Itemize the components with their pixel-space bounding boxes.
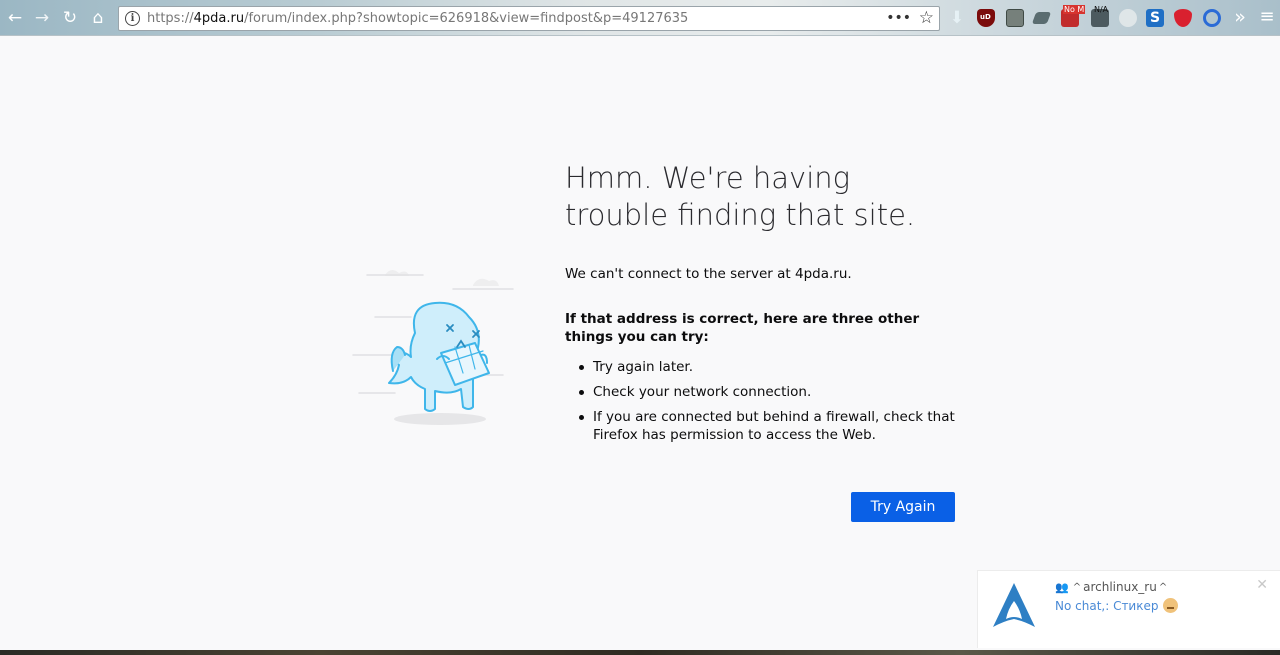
page-actions-icon[interactable]: ••• bbox=[886, 10, 911, 26]
caret-up-icon: ^ bbox=[1072, 581, 1082, 593]
lost-monster-illustration-icon bbox=[352, 269, 514, 425]
bookmark-star-icon[interactable]: ☆ bbox=[919, 8, 934, 28]
caret-up-icon: ^ bbox=[1158, 581, 1168, 593]
group-users-icon: 👥 bbox=[1055, 580, 1069, 594]
arch-linux-logo-icon bbox=[993, 583, 1035, 627]
site-info-icon[interactable]: i bbox=[125, 11, 140, 26]
close-icon[interactable]: ✕ bbox=[1256, 577, 1268, 593]
browser-toolbar: ← → ↻ ⌂ i https://4pda.ru/forum/index.ph… bbox=[0, 0, 1280, 36]
reload-icon[interactable]: ↻ bbox=[58, 6, 82, 30]
url-bar[interactable]: i https://4pda.ru/forum/index.php?showto… bbox=[118, 6, 940, 31]
tile-tabs-icon[interactable] bbox=[1006, 9, 1024, 27]
error-description: We can't connect to the server at 4pda.r… bbox=[565, 266, 852, 282]
taskbar-edge bbox=[0, 650, 1280, 655]
forward-icon[interactable]: → bbox=[30, 6, 54, 30]
mail-notifier-badge: No M bbox=[1063, 5, 1086, 14]
url-host: 4pda.ru bbox=[193, 11, 245, 26]
hamburger-menu-icon[interactable]: ≡ bbox=[1258, 6, 1276, 27]
try-again-button[interactable]: Try Again bbox=[851, 492, 955, 522]
downloads-icon[interactable]: ⬇ bbox=[948, 8, 966, 28]
s-extension-icon[interactable]: S bbox=[1146, 9, 1164, 27]
notification-message: No chat,: Стикер bbox=[1055, 598, 1159, 613]
page-title: Hmm. We're having trouble finding that s… bbox=[565, 161, 916, 232]
notification-title: archlinux_ru bbox=[1083, 580, 1157, 594]
list-item: Check your network connection. bbox=[579, 383, 960, 401]
chat-notification[interactable]: 👥 ^ archlinux_ru ^ No chat,: Стикер ✕ bbox=[977, 570, 1280, 648]
hand-extension-icon[interactable] bbox=[1119, 9, 1137, 27]
suggestions-heading: If that address is correct, here are thr… bbox=[565, 311, 920, 345]
list-item: Try again later. bbox=[579, 358, 960, 376]
url-text[interactable]: https://4pda.ru/forum/index.php?showtopi… bbox=[147, 11, 688, 26]
circle-extension-icon[interactable] bbox=[1203, 9, 1221, 27]
overflow-chevron-icon[interactable]: » bbox=[1231, 6, 1249, 28]
list-item: If you are connected but behind a firewa… bbox=[579, 408, 960, 444]
shield-extension-icon[interactable] bbox=[1174, 9, 1192, 27]
extension-icon[interactable] bbox=[1031, 12, 1052, 24]
back-icon[interactable]: ← bbox=[3, 6, 27, 30]
url-path: /forum/index.php?showtopic=626918&view=f… bbox=[244, 11, 689, 26]
sticker-emoji-icon bbox=[1163, 598, 1179, 613]
ublock-icon[interactable] bbox=[977, 9, 995, 27]
suggestions-list: Try again later. Check your network conn… bbox=[565, 358, 960, 444]
status-extension-badge: N/A bbox=[1094, 5, 1109, 14]
error-page-content: Hmm. We're having trouble finding that s… bbox=[565, 160, 960, 451]
home-icon[interactable]: ⌂ bbox=[86, 6, 110, 30]
notification-message-row: No chat,: Стикер bbox=[1055, 598, 1179, 613]
url-prefix: https:// bbox=[147, 11, 194, 26]
notification-header: 👥 ^ archlinux_ru ^ bbox=[1055, 580, 1167, 594]
